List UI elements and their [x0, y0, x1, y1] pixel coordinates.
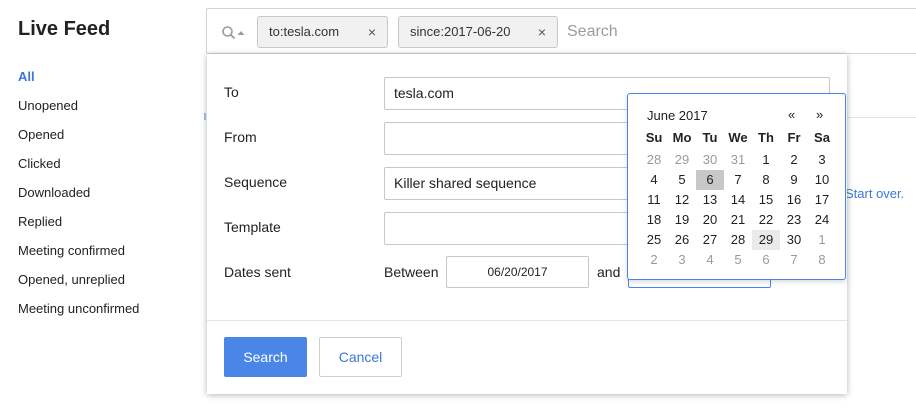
search-token-since: since:2017-06-20 × — [398, 16, 558, 48]
calendar-day[interactable]: 28 — [724, 230, 752, 250]
sidebar-item-meeting-confirmed[interactable]: Meeting confirmed — [18, 242, 139, 271]
remove-token-button[interactable]: × — [527, 17, 557, 47]
weekday-header: We — [728, 130, 748, 145]
weekday-header: Sa — [814, 130, 830, 145]
sidebar-title: Live Feed — [18, 18, 111, 40]
sidebar-item-opened-unreplied[interactable]: Opened, unreplied — [18, 271, 139, 300]
weekday-header: Fr — [787, 130, 801, 145]
from-label: From — [224, 129, 257, 145]
calendar-day[interactable]: 4 — [696, 250, 724, 270]
calendar-day[interactable]: 15 — [752, 190, 780, 210]
calendar-month-label: June 2017 — [647, 108, 708, 123]
search-bar: to:tesla.com × since:2017-06-20 × — [206, 8, 916, 54]
weekday-header: Su — [645, 130, 663, 145]
calendar-day[interactable]: 13 — [696, 190, 724, 210]
calendar-day[interactable]: 8 — [752, 170, 780, 190]
cancel-button[interactable]: Cancel — [319, 337, 402, 377]
calendar-day[interactable]: 18 — [640, 210, 668, 230]
calendar-day[interactable]: 1 — [808, 230, 836, 250]
calendar-day[interactable]: 12 — [668, 190, 696, 210]
calendar-day[interactable]: 30 — [696, 150, 724, 170]
between-label: Between — [384, 264, 439, 280]
calendar-day[interactable]: 6 — [752, 250, 780, 270]
calendar-day[interactable]: 30 — [780, 230, 808, 250]
start-over-link[interactable]: Start over. — [845, 186, 904, 201]
calendar-day[interactable]: 9 — [780, 170, 808, 190]
calendar-day[interactable]: 23 — [780, 210, 808, 230]
calendar-day[interactable]: 24 — [808, 210, 836, 230]
background-divider — [846, 117, 916, 118]
calendar-prev-button[interactable]: « — [788, 107, 795, 122]
sidebar-item-unopened[interactable]: Unopened — [18, 97, 139, 126]
calendar-next-button[interactable]: » — [816, 107, 823, 122]
calendar-day[interactable]: 5 — [668, 170, 696, 190]
sidebar-item-all[interactable]: All — [18, 68, 139, 97]
sequence-label: Sequence — [224, 174, 288, 190]
calendar-day[interactable]: 27 — [696, 230, 724, 250]
calendar-day[interactable]: 8 — [808, 250, 836, 270]
weekday-header: Tu — [702, 130, 718, 145]
sidebar-item-downloaded[interactable]: Downloaded — [18, 184, 139, 213]
calendar-day[interactable]: 20 — [696, 210, 724, 230]
calendar-day[interactable]: 7 — [780, 250, 808, 270]
calendar-day[interactable]: 28 — [640, 150, 668, 170]
search-icon[interactable] — [221, 25, 249, 41]
template-label: Template — [224, 219, 281, 235]
search-button[interactable]: Search — [224, 337, 307, 377]
dates-sent-label: Dates sent — [224, 264, 291, 280]
sidebar-nav: All Unopened Opened Clicked Downloaded Replie… — [18, 68, 139, 329]
sidebar-item-replied[interactable]: Replied — [18, 213, 139, 242]
and-label: and — [597, 264, 621, 280]
weekday-header: Th — [758, 130, 774, 145]
calendar-day[interactable]: 4 — [640, 170, 668, 190]
calendar-day[interactable]: 7 — [724, 170, 752, 190]
search-input[interactable] — [567, 17, 867, 47]
calendar-day[interactable]: 10 — [808, 170, 836, 190]
calendar-day[interactable]: 17 — [808, 190, 836, 210]
calendar-day[interactable]: 31 — [724, 150, 752, 170]
calendar-grid: Su Mo Tu We Th Fr Sa 28 29 30 31 1 2 3 4 5 6 7 8 9 10 11 12 13 1… — [640, 128, 836, 270]
calendar-day[interactable]: 16 — [780, 190, 808, 210]
calendar-day[interactable]: 3 — [808, 150, 836, 170]
token-label: to:tesla.com — [269, 24, 340, 39]
to-label: To — [224, 84, 239, 100]
search-token-to: to:tesla.com × — [257, 16, 388, 48]
calendar-day[interactable]: 14 — [724, 190, 752, 210]
calendar-day[interactable]: 25 — [640, 230, 668, 250]
weekday-header: Mo — [672, 130, 692, 145]
calendar-day[interactable]: 21 — [724, 210, 752, 230]
calendar-day[interactable]: 2 — [780, 150, 808, 170]
date-picker: June 2017 « » Su Mo Tu We Th Fr Sa 28 29 30 31 1 2 3 4… — [627, 93, 846, 280]
calendar-day[interactable]: 1 — [752, 150, 780, 170]
calendar-day[interactable]: 26 — [668, 230, 696, 250]
panel-divider — [207, 320, 847, 321]
calendar-day[interactable]: 11 — [640, 190, 668, 210]
background-accent-mark — [204, 113, 206, 120]
calendar-day[interactable]: 29 — [668, 150, 696, 170]
token-label: since:2017-06-20 — [410, 24, 511, 39]
remove-token-button[interactable]: × — [357, 17, 387, 47]
calendar-day[interactable]: 2 — [640, 250, 668, 270]
sidebar-item-opened[interactable]: Opened — [18, 126, 139, 155]
sidebar-item-meeting-unconfirmed[interactable]: Meeting unconfirmed — [18, 300, 139, 329]
sidebar-item-clicked[interactable]: Clicked — [18, 155, 139, 184]
calendar-day[interactable]: 19 — [668, 210, 696, 230]
calendar-day[interactable]: 5 — [724, 250, 752, 270]
calendar-day[interactable]: 6 — [696, 170, 724, 190]
start-date-field[interactable]: 06/20/2017 — [446, 256, 589, 288]
calendar-day[interactable]: 22 — [752, 210, 780, 230]
calendar-day[interactable]: 3 — [668, 250, 696, 270]
calendar-day[interactable]: 29 — [752, 230, 780, 250]
